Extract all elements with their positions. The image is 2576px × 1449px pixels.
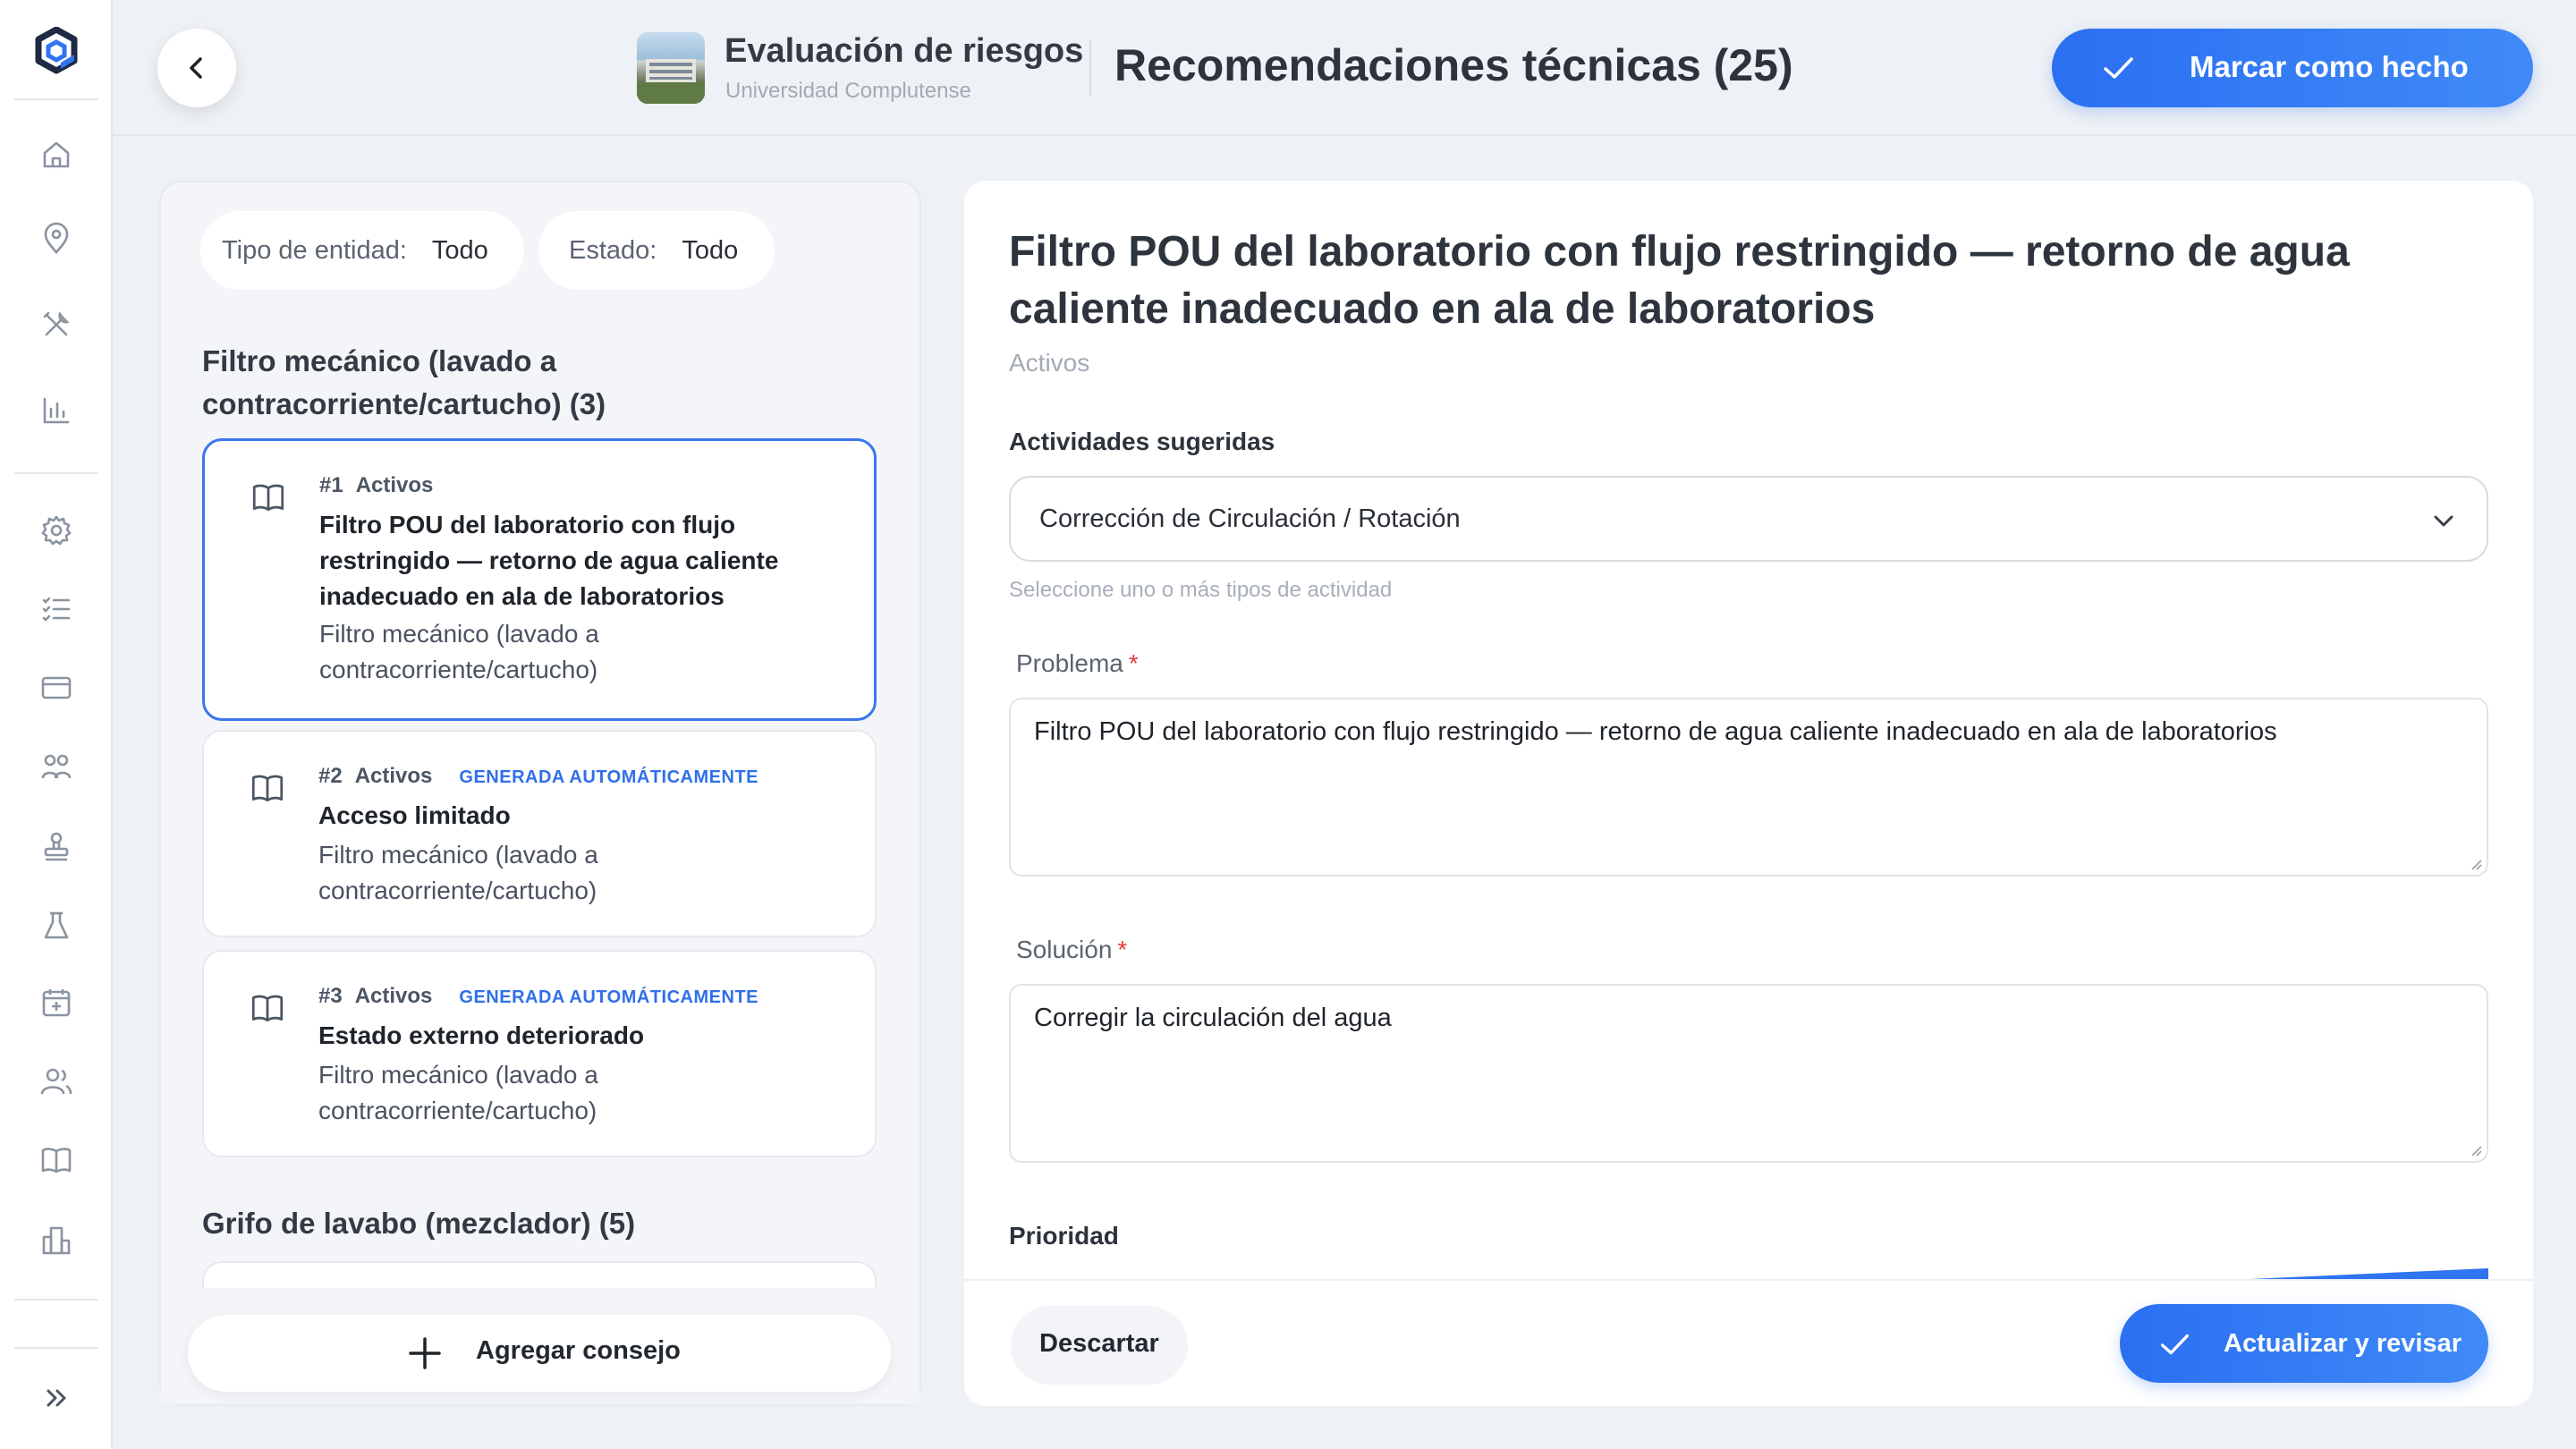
status-filter-value: Todo xyxy=(682,235,739,265)
checklist-icon[interactable] xyxy=(36,589,77,630)
check-icon xyxy=(2104,57,2133,79)
card-number: #1 xyxy=(319,473,343,497)
entity-type-filter[interactable]: Tipo de entidad: Todo xyxy=(200,211,524,290)
auto-generated-badge: GENERADA AUTOMÁTICAMENTE xyxy=(459,987,758,1007)
card-category: Filtro mecánico (lavado a contracorrient… xyxy=(318,841,598,904)
activities-select-value: Corrección de Circulación / Rotación xyxy=(1039,504,1461,533)
activities-select[interactable]: Corrección de Circulación / Rotación xyxy=(1009,476,2488,562)
users-icon[interactable] xyxy=(36,1061,77,1102)
discard-label: Descartar xyxy=(1039,1329,1159,1358)
book-icon[interactable] xyxy=(36,1140,77,1181)
card-category: Filtro mecánico (lavado a contracorrient… xyxy=(319,620,599,683)
recommendation-card[interactable]: #3 Activos GENERADA AUTOMÁTICAMENTE Estado… xyxy=(202,950,877,1157)
chevron-left-icon xyxy=(190,57,202,79)
people-network-icon[interactable] xyxy=(36,746,77,787)
add-tip-button[interactable]: Agregar consejo xyxy=(188,1315,891,1392)
update-review-button[interactable]: Actualizar y revisar xyxy=(2120,1304,2488,1383)
chevron-down-icon xyxy=(2434,515,2453,527)
card-meta: #2 Activos GENERADA AUTOMÁTICAMENTE xyxy=(318,764,758,789)
status-filter-label: Estado: xyxy=(569,235,657,265)
back-button[interactable] xyxy=(157,29,236,107)
detail-title: Filtro POU del laboratorio con flujo res… xyxy=(1009,228,2350,333)
calendar-icon[interactable] xyxy=(36,982,77,1023)
recommendation-card[interactable]: #1 Activos Filtro POU del laboratorio con… xyxy=(202,438,877,721)
problem-field[interactable]: Filtro POU del laboratorio con flujo res… xyxy=(1009,698,2488,877)
stamp-icon[interactable] xyxy=(36,826,77,868)
header-separator xyxy=(1089,39,1091,97)
card-meta: #1 Activos xyxy=(319,473,433,498)
card-status: Activos xyxy=(354,764,433,788)
sidebar-divider xyxy=(14,1347,98,1349)
mark-done-button[interactable]: Marcar como hecho xyxy=(2052,29,2533,107)
resize-grip-icon[interactable] xyxy=(2469,1143,2483,1157)
mark-done-label: Marcar como hecho xyxy=(2190,50,2469,83)
problem-label: Problema * xyxy=(1016,649,1139,677)
card-status: Activos xyxy=(355,473,434,497)
home-icon[interactable] xyxy=(36,134,77,175)
solution-field[interactable]: Corregir la circulación del agua xyxy=(1009,984,2488,1163)
buildings-icon[interactable] xyxy=(36,1220,77,1261)
brand-logo[interactable] xyxy=(34,26,79,75)
update-review-label: Actualizar y revisar xyxy=(2224,1329,2462,1358)
plus-icon xyxy=(409,1337,441,1369)
sidebar xyxy=(0,0,113,1449)
book-icon xyxy=(251,995,284,1022)
entity-type-filter-label: Tipo de entidad: xyxy=(222,235,407,265)
card-title: Acceso limitado xyxy=(318,801,511,829)
add-tip-label: Agregar consejo xyxy=(476,1336,681,1365)
book-icon xyxy=(251,775,284,802)
card-number: #3 xyxy=(318,984,343,1008)
card-number: #2 xyxy=(318,764,343,788)
detail-category: Activos xyxy=(1009,349,1090,377)
footer-divider xyxy=(964,1279,2533,1281)
auto-generated-badge: GENERADA AUTOMÁTICAMENTE xyxy=(459,767,758,787)
sidebar-divider xyxy=(14,98,98,100)
required-mark: * xyxy=(1117,936,1128,963)
double-chevron-right-icon[interactable] xyxy=(36,1377,77,1419)
discard-button[interactable]: Descartar xyxy=(1011,1306,1188,1385)
page-title: Recomendaciones técnicas (25) xyxy=(1114,40,1793,90)
recommendation-card[interactable]: #2 Activos GENERADA AUTOMÁTICAMENTE Acceso… xyxy=(202,730,877,937)
priority-label: Prioridad xyxy=(1009,1222,1119,1250)
resize-grip-icon[interactable] xyxy=(2469,857,2483,871)
book-icon xyxy=(252,484,284,512)
required-mark: * xyxy=(1128,649,1139,677)
check-icon xyxy=(2160,1334,2189,1355)
solution-value: Corregir la circulación del agua xyxy=(1034,1004,1392,1032)
card-title: Filtro POU del laboratorio con flujo res… xyxy=(319,511,779,610)
group-title: Filtro mecánico (lavado a contracorrient… xyxy=(202,344,606,420)
card-title: Estado externo deteriorado xyxy=(318,1021,645,1049)
sidebar-divider xyxy=(14,472,98,474)
activities-hint: Seleccione uno o más tipos de actividad xyxy=(1009,578,1393,602)
settings-icon[interactable] xyxy=(36,510,77,551)
card-meta: #3 Activos GENERADA AUTOMÁTICAMENTE xyxy=(318,984,758,1009)
card-icon[interactable] xyxy=(36,667,77,708)
activities-label: Actividades sugeridas xyxy=(1009,428,1275,455)
status-filter[interactable]: Estado: Todo xyxy=(538,211,775,290)
project-thumbnail xyxy=(637,32,705,104)
project-title: Evaluación de riesgos xyxy=(724,32,1084,70)
card-status: Activos xyxy=(354,984,433,1008)
problem-value: Filtro POU del laboratorio con flujo res… xyxy=(1034,717,2277,746)
tools-icon[interactable] xyxy=(36,304,77,345)
flask-icon[interactable] xyxy=(36,905,77,946)
location-pin-icon[interactable] xyxy=(36,218,77,259)
sidebar-divider xyxy=(14,1299,98,1301)
card-category: Filtro mecánico (lavado a contracorrient… xyxy=(318,1061,598,1124)
chart-icon[interactable] xyxy=(36,390,77,431)
project-subtitle: Universidad Complutense xyxy=(725,79,971,103)
group-title: Grifo de lavabo (mezclador) (5) xyxy=(202,1207,636,1240)
entity-type-filter-value: Todo xyxy=(431,235,488,265)
solution-label: Solución * xyxy=(1016,936,1128,963)
